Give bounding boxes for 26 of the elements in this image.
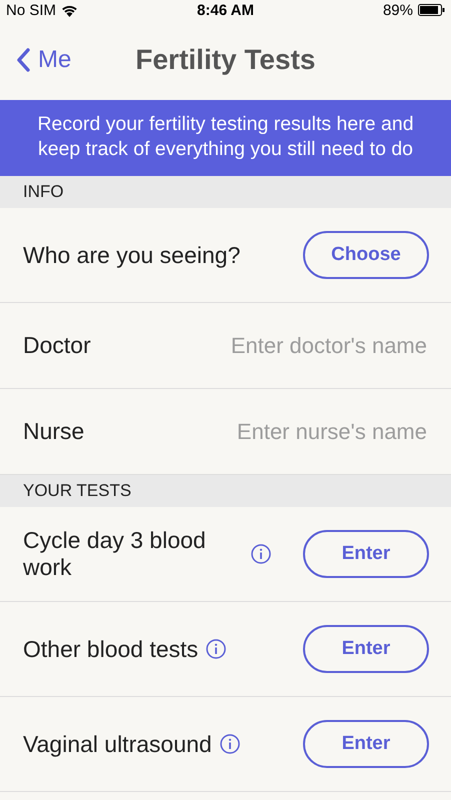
row-label: Doctor [23, 332, 91, 359]
row-label: Other blood tests [23, 636, 198, 662]
input-field[interactable]: Enter nurse's name [224, 418, 429, 446]
battery-icon [418, 4, 445, 16]
action-button[interactable]: Choose [303, 231, 429, 279]
action-button[interactable]: Enter [303, 530, 429, 578]
row-label: Vaginal ultrasound [23, 730, 212, 758]
row-label: Who are you seeing? [23, 242, 240, 268]
section-header: YOUR TESTS [0, 475, 451, 507]
section-header: INFO [0, 176, 451, 208]
row-label: Nurse [23, 418, 84, 445]
chevron-icon [16, 48, 30, 72]
page-title: Fertility Tests [136, 44, 316, 76]
battery-percentage: 89% [382, 2, 413, 18]
banner-text: Record your fertility testing results here and keep track of everything you still need to do [36, 112, 415, 162]
clock-time: 8:46 AM [197, 2, 254, 18]
carrier-name: No SIM [6, 2, 56, 18]
info-icon[interactable] [220, 734, 240, 754]
info-icon[interactable] [206, 639, 226, 659]
action-button[interactable]: Enter [303, 625, 429, 673]
back-button[interactable]: Me [16, 46, 72, 74]
wifi-icon [61, 4, 78, 16]
action-button[interactable]: Enter [303, 720, 429, 768]
row-label: Cycle day 3 blood work [23, 527, 207, 581]
info-icon[interactable] [251, 544, 271, 564]
input-field[interactable]: Enter doctor's name [224, 332, 429, 360]
